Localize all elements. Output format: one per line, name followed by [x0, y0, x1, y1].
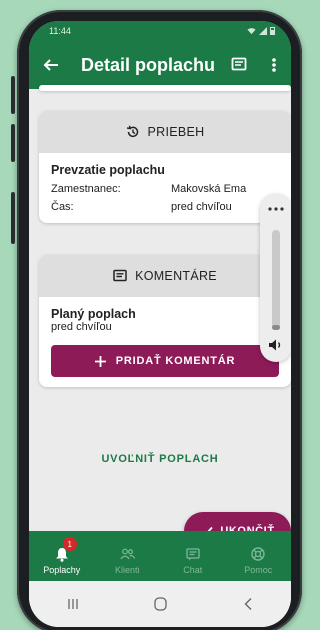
nav-label: Pomoc: [244, 565, 273, 575]
people-icon: [120, 548, 135, 560]
signal-icon: [259, 27, 267, 35]
nav-icon-wrap: [186, 543, 200, 565]
arrow-back-icon: [43, 59, 58, 71]
progress-card-title: PRIEBEH: [147, 125, 205, 139]
volume-panel[interactable]: [260, 194, 291, 362]
employee-value: Makovská Ema: [171, 183, 247, 195]
add-comment-button[interactable]: PRIDAŤ KOMENTÁR: [51, 345, 279, 377]
home-icon[interactable]: [154, 597, 168, 611]
speaker-icon[interactable]: [268, 338, 284, 352]
comment-time: pred chvíľou: [51, 321, 112, 333]
progress-card-body: Prevzatie poplachu Zamestnanec: Makovská…: [39, 153, 291, 223]
comment-icon: [113, 269, 127, 282]
progress-card-header: PRIEBEH: [39, 111, 291, 153]
time-row: Čas: pred chvíľou: [51, 201, 279, 213]
wifi-icon: [247, 28, 256, 35]
back-button[interactable]: [29, 57, 73, 73]
comments-card-header: KOMENTÁRE: [39, 255, 291, 297]
battery-icon: [270, 27, 275, 35]
previous-card-edge: [39, 85, 291, 91]
nav-icon-wrap: [251, 543, 265, 565]
detail-content: PRIEBEH Prevzatie poplachu Zamestnanec: …: [29, 85, 291, 550]
bottom-navigation: 1 Poplachy Klienti Chat Pomoc: [29, 531, 291, 581]
comments-card-title: KOMENTÁRE: [135, 269, 217, 283]
volume-level: [272, 325, 280, 330]
nav-label: Klienti: [114, 565, 140, 575]
more-menu-button[interactable]: [257, 57, 291, 73]
power-button: [11, 192, 15, 244]
event-title: Prevzatie poplachu: [51, 163, 165, 177]
page-title: Detail poplachu: [81, 54, 216, 75]
nav-item-klienti[interactable]: Klienti: [95, 531, 161, 581]
phone-screen: 11:44 Detail poplachu PRIEBEH Prevzatie …: [29, 21, 291, 627]
more-horiz-icon[interactable]: [268, 207, 284, 211]
time-value: pred chvíľou: [171, 201, 232, 213]
nav-label: Chat: [183, 565, 203, 575]
comments-card: KOMENTÁRE Planý poplach pred chvíľou PRI…: [39, 255, 291, 387]
status-bar: 11:44: [29, 21, 291, 41]
chat-icon: [186, 547, 200, 560]
recent-apps-icon[interactable]: [67, 598, 79, 610]
volume-up-button: [11, 76, 15, 114]
nav-label: Poplachy: [43, 565, 81, 575]
nav-icon-wrap: [120, 543, 135, 565]
comment-title: Planý poplach: [51, 307, 136, 321]
volume-slider[interactable]: [272, 230, 280, 330]
add-comment-label: PRIDAŤ KOMENTÁR: [115, 355, 236, 367]
comments-card-body: Planý poplach pred chvíľou PRIDAŤ KOMENT…: [39, 297, 291, 387]
alarm-count-badge: 1: [62, 537, 77, 551]
lifebuoy-icon: [251, 547, 265, 561]
volume-down-button: [11, 124, 15, 162]
plus-icon: [94, 355, 106, 367]
system-navigation-bar: [29, 581, 291, 627]
nav-icon-wrap: 1: [55, 537, 77, 565]
status-time: 11:44: [49, 26, 71, 36]
progress-card: PRIEBEH Prevzatie poplachu Zamestnanec: …: [39, 111, 291, 223]
more-vert-icon: [272, 58, 276, 72]
nav-item-pomoc[interactable]: Pomoc: [226, 531, 292, 581]
history-icon: [126, 125, 138, 138]
nav-item-chat[interactable]: Chat: [160, 531, 226, 581]
employee-label: Zamestnanec:: [51, 183, 121, 195]
back-nav-icon[interactable]: [243, 597, 253, 611]
status-icons: [247, 27, 275, 35]
app-bar: Detail poplachu: [29, 41, 291, 89]
nav-item-poplachy[interactable]: 1 Poplachy: [29, 531, 95, 581]
employee-row: Zamestnanec: Makovská Ema: [51, 183, 279, 195]
comments-action-button[interactable]: [221, 57, 257, 73]
release-alarm-button[interactable]: UVOĽNIŤ POPLACH: [29, 453, 291, 465]
comment-icon: [231, 57, 247, 71]
time-label: Čas:: [51, 201, 74, 213]
